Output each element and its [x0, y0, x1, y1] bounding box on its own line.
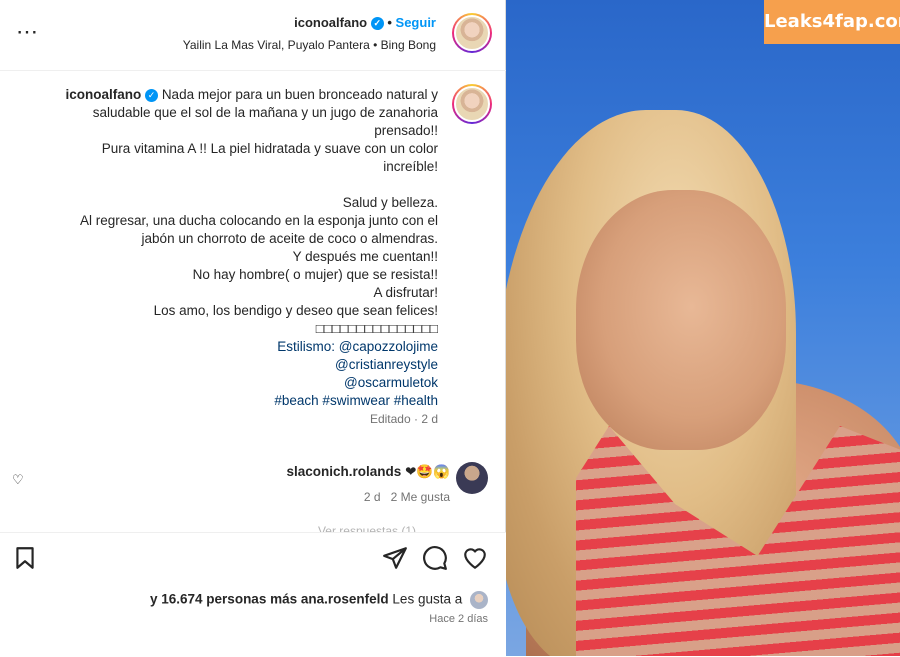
save-icon[interactable]	[12, 545, 38, 571]
commenter-avatar[interactable]	[456, 462, 488, 494]
more-options-icon[interactable]: ⋯	[16, 21, 39, 43]
caption-meta: Editado · 2 d	[369, 412, 438, 426]
post-time: Hace 2 días	[429, 613, 488, 625]
caption-line: A disfrutar!	[373, 285, 438, 300]
comment-icon[interactable]	[422, 545, 448, 571]
caption-line: Los amo, los bendigo y deseo que sean fe…	[153, 303, 438, 318]
caption-username[interactable]: iconoalfano	[66, 87, 142, 102]
heart-icon[interactable]	[462, 545, 488, 571]
audio-label[interactable]: Yailin La Mas Viral, Puyalo Pantera • Bi…	[183, 38, 436, 52]
caption-line: prensado!!	[374, 123, 438, 138]
header-username[interactable]: iconoalfano	[294, 15, 367, 30]
caption-line: saludable que el sol de la mañana y un j…	[92, 105, 438, 120]
caption-line: increíble!	[383, 159, 438, 174]
likes-prefix: Les gusta a	[392, 591, 463, 607]
watermark: Leaks4fap.com	[764, 0, 900, 44]
caption-line: No hay hombre( o mujer) que se resista!!	[192, 267, 438, 282]
likes-summary: y 16.674 personas más ana.rosenfeld Les …	[150, 591, 488, 609]
comment-username[interactable]: slaconich.rolands	[287, 464, 402, 479]
comment-text: slaconich.rolands ❤🤩😱	[287, 464, 451, 480]
header-user-line: iconoalfano ✓ • Seguir	[294, 15, 436, 31]
comment-likes[interactable]: 2 Me gusta	[391, 490, 450, 504]
likes-user[interactable]: ana.rosenfeld	[301, 592, 389, 607]
caption-avatar[interactable]	[452, 84, 492, 124]
post-panel: ⋯ iconoalfano ✓ • Seguir Yailin La Mas V…	[0, 0, 506, 657]
caption: iconoalfano ✓ Nada mejor para un buen br…	[40, 86, 438, 428]
share-icon[interactable]	[382, 545, 408, 571]
caption-line: Salud y belleza.	[342, 195, 438, 210]
verified-icon: ✓	[370, 17, 384, 31]
header-avatar[interactable]	[452, 13, 492, 53]
post-header: ⋯ iconoalfano ✓ • Seguir Yailin La Mas V…	[0, 0, 506, 71]
likes-suffix[interactable]: y 16.674 personas más	[150, 592, 297, 607]
mention-link[interactable]: @cristianreystyle	[40, 356, 438, 374]
caption-line: Pura vitamina A !! La piel hidratada y s…	[101, 141, 438, 156]
comment-like-icon[interactable]: ♡	[12, 472, 24, 488]
verified-icon: ✓	[145, 88, 159, 102]
action-bar: y 16.674 personas más ana.rosenfeld Les …	[0, 532, 506, 657]
caption-line: □□□□□□□□□□□□□□□	[315, 321, 438, 336]
header-separator: •	[387, 15, 392, 30]
hashtags-link[interactable]: #beach #swimwear #health	[40, 392, 438, 410]
post-photo[interactable]: Leaks4fap.com	[506, 0, 900, 656]
mention-link[interactable]: @oscarmuletok	[40, 374, 438, 392]
liker-avatar[interactable]	[470, 591, 488, 609]
comment-emojis: ❤🤩😱	[405, 464, 450, 479]
caption-blank-line	[40, 176, 438, 194]
caption-line-0: iconoalfano ✓ Nada mejor para un buen br…	[65, 87, 438, 102]
stylist-mention[interactable]: Estilismo: @capozzolojime	[40, 338, 438, 356]
caption-line: Y después me cuentan!!	[292, 249, 438, 264]
comment-age: 2 d	[363, 490, 381, 504]
comment: ♡ slaconich.rolands ❤🤩😱 2 d 2 Me gusta V…	[0, 458, 506, 538]
caption-line: jabón un chorroto de aceite de coco o al…	[141, 231, 438, 246]
caption-line: Al regresar, una ducha colocando en la e…	[79, 213, 438, 228]
photo-face-area	[576, 190, 786, 450]
comment-meta: 2 d 2 Me gusta	[364, 490, 450, 504]
follow-button[interactable]: Seguir	[396, 15, 436, 30]
